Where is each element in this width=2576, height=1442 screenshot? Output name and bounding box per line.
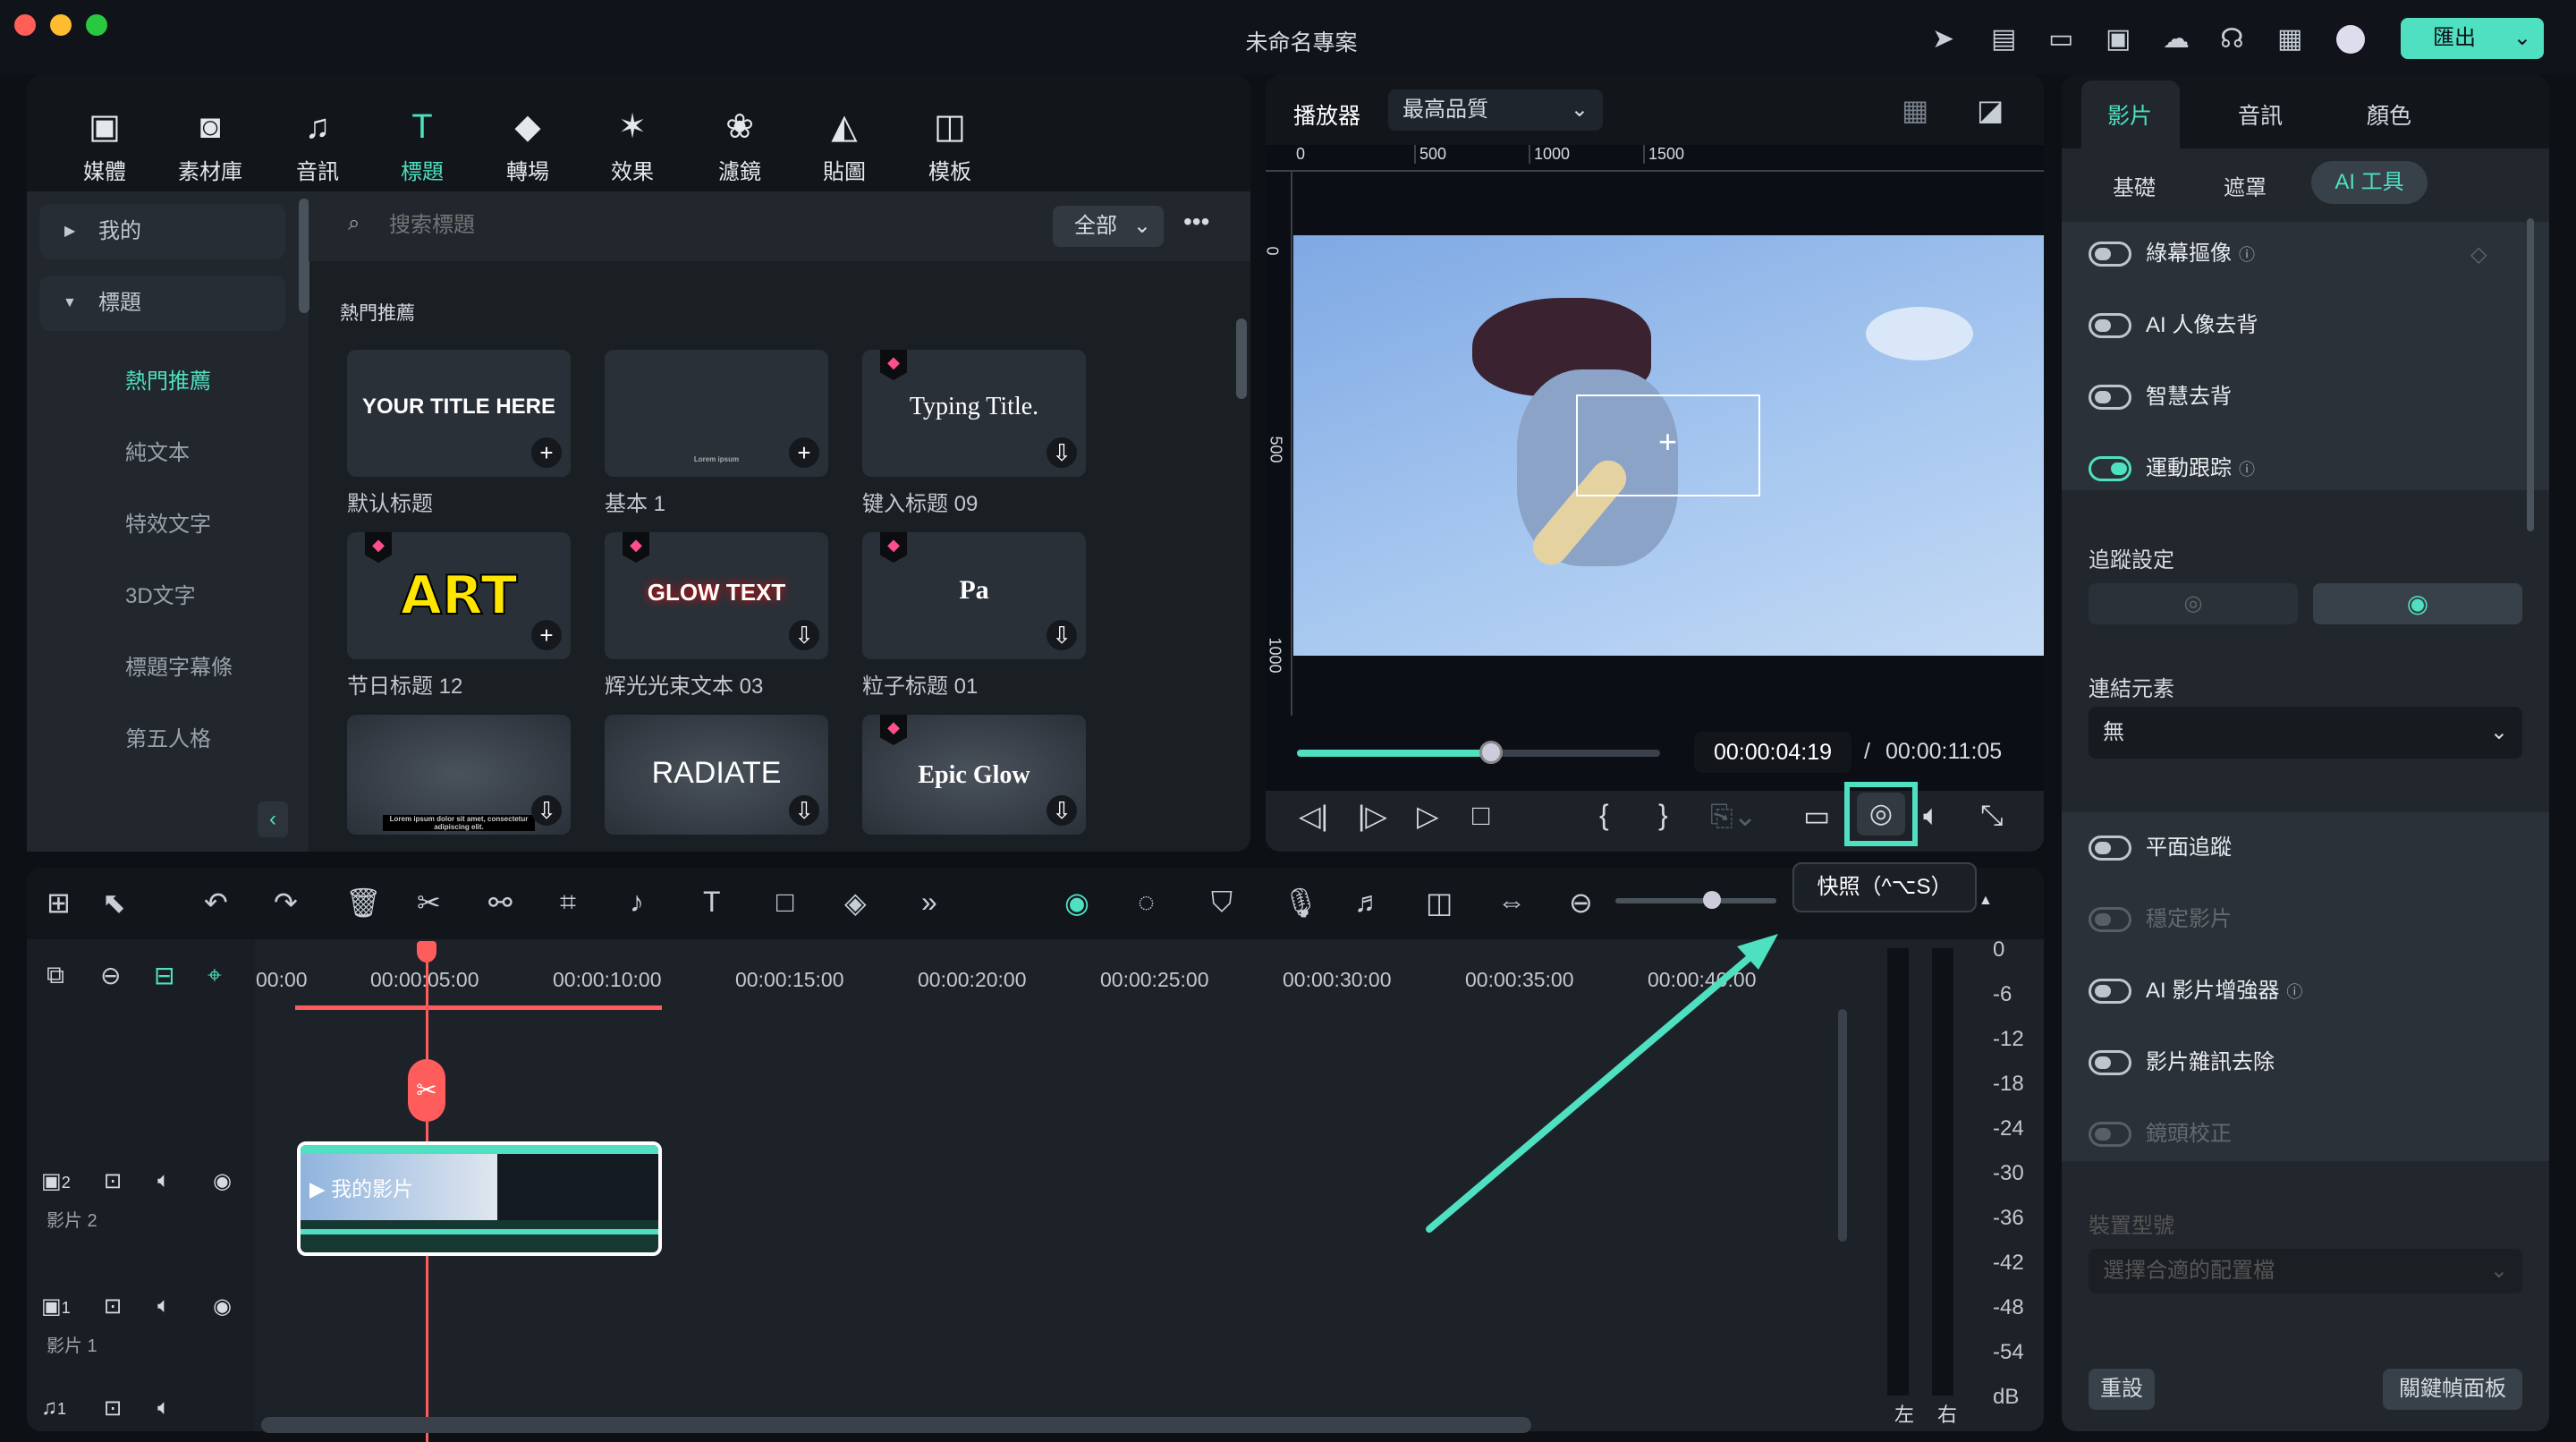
help-icon[interactable]: ⓘ	[2239, 246, 2255, 264]
reset-button[interactable]: 重設	[2089, 1369, 2155, 1410]
toggle-switch[interactable]	[2089, 242, 2131, 267]
properties-scrollbar[interactable]	[2527, 218, 2534, 531]
toggle-switch[interactable]	[2089, 836, 2131, 861]
keyframe-panel-button[interactable]: 關鍵幀面板	[2383, 1369, 2522, 1410]
tab-video[interactable]: 影片	[2107, 98, 2152, 131]
chevron-down-icon: ⌄	[2489, 720, 2508, 744]
toggle-switch[interactable]	[2089, 907, 2131, 932]
subtab-mask[interactable]: 遮罩	[2224, 170, 2267, 201]
subtab-basic[interactable]: 基礎	[2113, 170, 2156, 201]
toggle-switch[interactable]	[2089, 979, 2131, 1004]
subtab-ai-tools[interactable]: AI 工具	[2311, 161, 2428, 204]
toggle-switch[interactable]	[2089, 385, 2131, 410]
toggle-switch[interactable]	[2089, 313, 2131, 338]
eye-icon[interactable]: ◉	[2313, 583, 2522, 624]
tab-audio[interactable]: 音訊	[2238, 98, 2283, 131]
keyframe-diamond-icon[interactable]: ◇	[2470, 242, 2487, 267]
chevron-down-icon: ⌄	[2489, 1259, 2508, 1283]
toggle-switch[interactable]	[2089, 1050, 2131, 1075]
link-element-dropdown[interactable]: 無 ⌄	[2089, 707, 2522, 759]
track-mode-button-1[interactable]: ◎	[2089, 583, 2298, 624]
help-icon[interactable]: ⓘ	[2286, 983, 2302, 1001]
toggle-switch[interactable]	[2089, 1122, 2131, 1147]
tab-color[interactable]: 顏色	[2367, 98, 2411, 131]
device-profile-dropdown[interactable]: 選擇合適的配置檔 ⌄	[2089, 1249, 2522, 1294]
help-icon[interactable]: ⓘ	[2239, 461, 2255, 479]
toggle-switch[interactable]	[2089, 456, 2131, 481]
